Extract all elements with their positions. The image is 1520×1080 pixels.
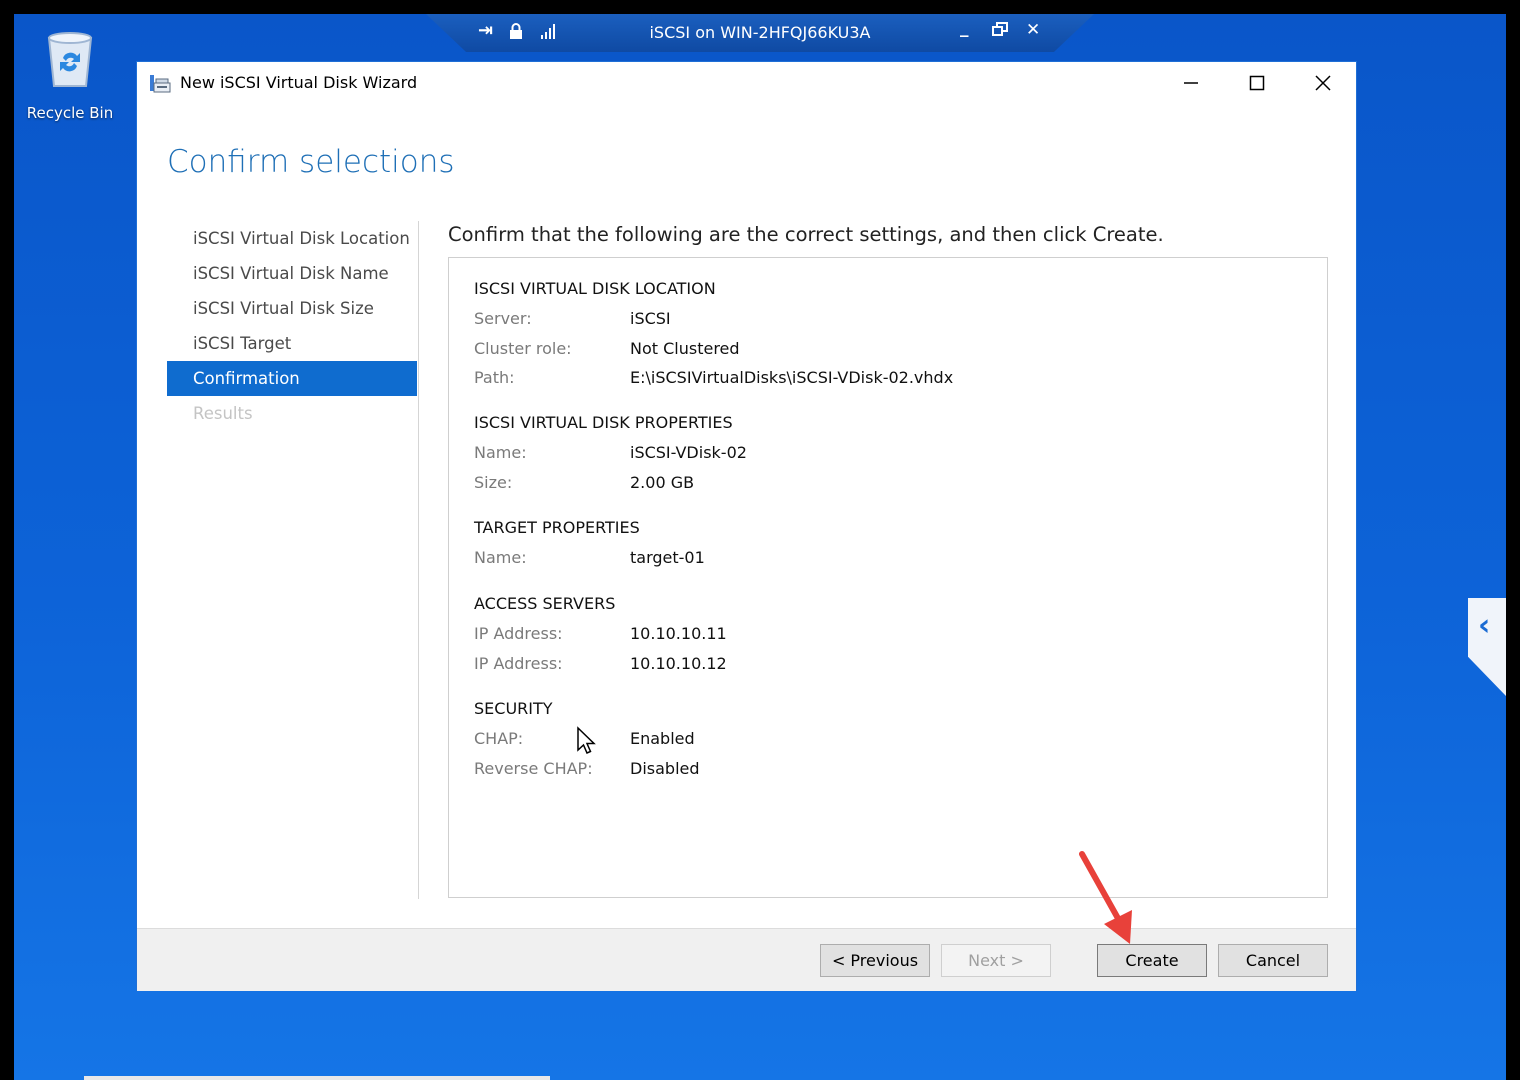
row-label: Size: [474, 472, 513, 492]
row-label: CHAP: [474, 729, 524, 748]
recycle-bin-shortcut[interactable]: Recycle Bin [22, 28, 118, 122]
recycle-bin-label: Recycle Bin [26, 104, 114, 122]
next-button: Next > [941, 944, 1051, 977]
cancel-button[interactable]: Cancel [1218, 944, 1328, 977]
minimize-button[interactable] [1158, 62, 1224, 104]
rdp-close-button[interactable]: ✕ [1026, 20, 1040, 40]
section-heading: ISCSI VIRTUAL DISK LOCATION [474, 279, 716, 298]
step-virtual-disk-name[interactable]: iSCSI Virtual Disk Name [167, 256, 417, 291]
summary-row: Server: iSCSI [474, 304, 1294, 334]
section-access-servers: ACCESS SERVERS IP Address: 10.10.10.11 IP… [474, 589, 1294, 678]
row-label: Path: [474, 368, 515, 387]
summary-row: Cluster role: Not Clustered [474, 334, 1294, 364]
summary-row: Reverse CHAP: Disabled [474, 754, 1294, 784]
wizard-steps-nav: iSCSI Virtual Disk Location iSCSI Virtua… [167, 221, 417, 431]
row-label: Reverse CHAP: [474, 758, 593, 778]
settings-summary-box: ISCSI VIRTUAL DISK LOCATION Server: iSCSI… [448, 257, 1328, 898]
row-label: Name: [474, 443, 527, 462]
section-heading: SECURITY [474, 699, 553, 718]
summary-row: IP Address: 10.10.10.11 [474, 619, 1294, 649]
instruction-text: Confirm that the following are the corre… [448, 223, 1164, 246]
summary-row: Name: target-01 [474, 543, 1294, 573]
row-value: 2.00 GB [630, 472, 695, 492]
page-title: Confirm selections [167, 144, 455, 180]
recycle-bin-icon [47, 32, 93, 87]
section-disk-properties: ISCSI VIRTUAL DISK PROPERTIES Name: iSCSI… [474, 408, 1294, 497]
row-value: Disabled [630, 758, 700, 778]
step-virtual-disk-location[interactable]: iSCSI Virtual Disk Location [167, 221, 417, 256]
row-value: iSCSI-VDisk-02 [630, 443, 747, 462]
summary-row: Size: 2.00 GB [474, 468, 1294, 498]
row-value: target-01 [630, 548, 705, 567]
wizard-window: New iSCSI Virtual Disk Wizard Confirm se… [136, 61, 1357, 991]
row-value: Enabled [630, 729, 695, 748]
step-iscsi-target[interactable]: iSCSI Target [167, 326, 417, 361]
chevron-left-icon: ‹ [1478, 608, 1491, 643]
window-titlebar[interactable]: New iSCSI Virtual Disk Wizard [137, 62, 1356, 104]
iscsi-wizard-app-icon [150, 75, 171, 93]
row-value: iSCSI [630, 309, 671, 328]
window-title: New iSCSI Virtual Disk Wizard [180, 73, 418, 92]
summary-row: Name: iSCSI-VDisk-02 [474, 438, 1294, 468]
section-heading: ACCESS SERVERS [474, 594, 616, 613]
create-button[interactable]: Create [1097, 944, 1207, 977]
maximize-button[interactable] [1224, 62, 1290, 104]
rdp-minimize-button[interactable]: _ [960, 18, 969, 38]
step-results: Results [193, 404, 253, 423]
annotation-arrow-icon [1079, 851, 1132, 944]
row-label: Server: [474, 309, 532, 328]
row-value: 10.10.10.11 [630, 624, 727, 643]
row-value: Not Clustered [630, 338, 740, 358]
steps-divider [418, 221, 419, 899]
remote-desktop-connection-bar: ⇥ iSCSI on WIN-2HFQJ66KU3A _ ✕ [426, 14, 1094, 52]
row-label: IP Address: [474, 624, 563, 643]
row-value: 10.10.10.12 [630, 653, 727, 673]
step-virtual-disk-size[interactable]: iSCSI Virtual Disk Size [167, 291, 417, 326]
previous-button[interactable]: < Previous [820, 944, 930, 977]
close-button[interactable] [1290, 62, 1356, 104]
taskbar-edge [84, 1076, 550, 1080]
step-confirmation[interactable]: Confirmation [167, 361, 417, 396]
section-disk-location: ISCSI VIRTUAL DISK LOCATION Server: iSCSI… [474, 274, 1294, 393]
row-label: Name: [474, 548, 527, 567]
summary-row: IP Address: 10.10.10.12 [474, 649, 1294, 679]
section-heading: TARGET PROPERTIES [474, 518, 640, 537]
section-target-properties: TARGET PROPERTIES Name: target-01 [474, 513, 1294, 573]
wizard-footer: < Previous Next > Create Cancel [137, 928, 1356, 991]
row-label: Cluster role: [474, 338, 572, 358]
row-value: E:\iSCSIVirtualDisks\iSCSI-VDisk-02.vhdx [630, 368, 954, 387]
minimize-icon [1184, 82, 1198, 84]
maximize-icon [1249, 75, 1265, 91]
mouse-cursor-icon [577, 726, 596, 754]
rdp-restore-button[interactable] [992, 22, 1008, 36]
close-icon [1315, 75, 1331, 91]
section-heading: ISCSI VIRTUAL DISK PROPERTIES [474, 413, 733, 432]
summary-row: Path: E:\iSCSIVirtualDisks\iSCSI-VDisk-02… [474, 363, 1294, 393]
row-label: IP Address: [474, 653, 563, 673]
